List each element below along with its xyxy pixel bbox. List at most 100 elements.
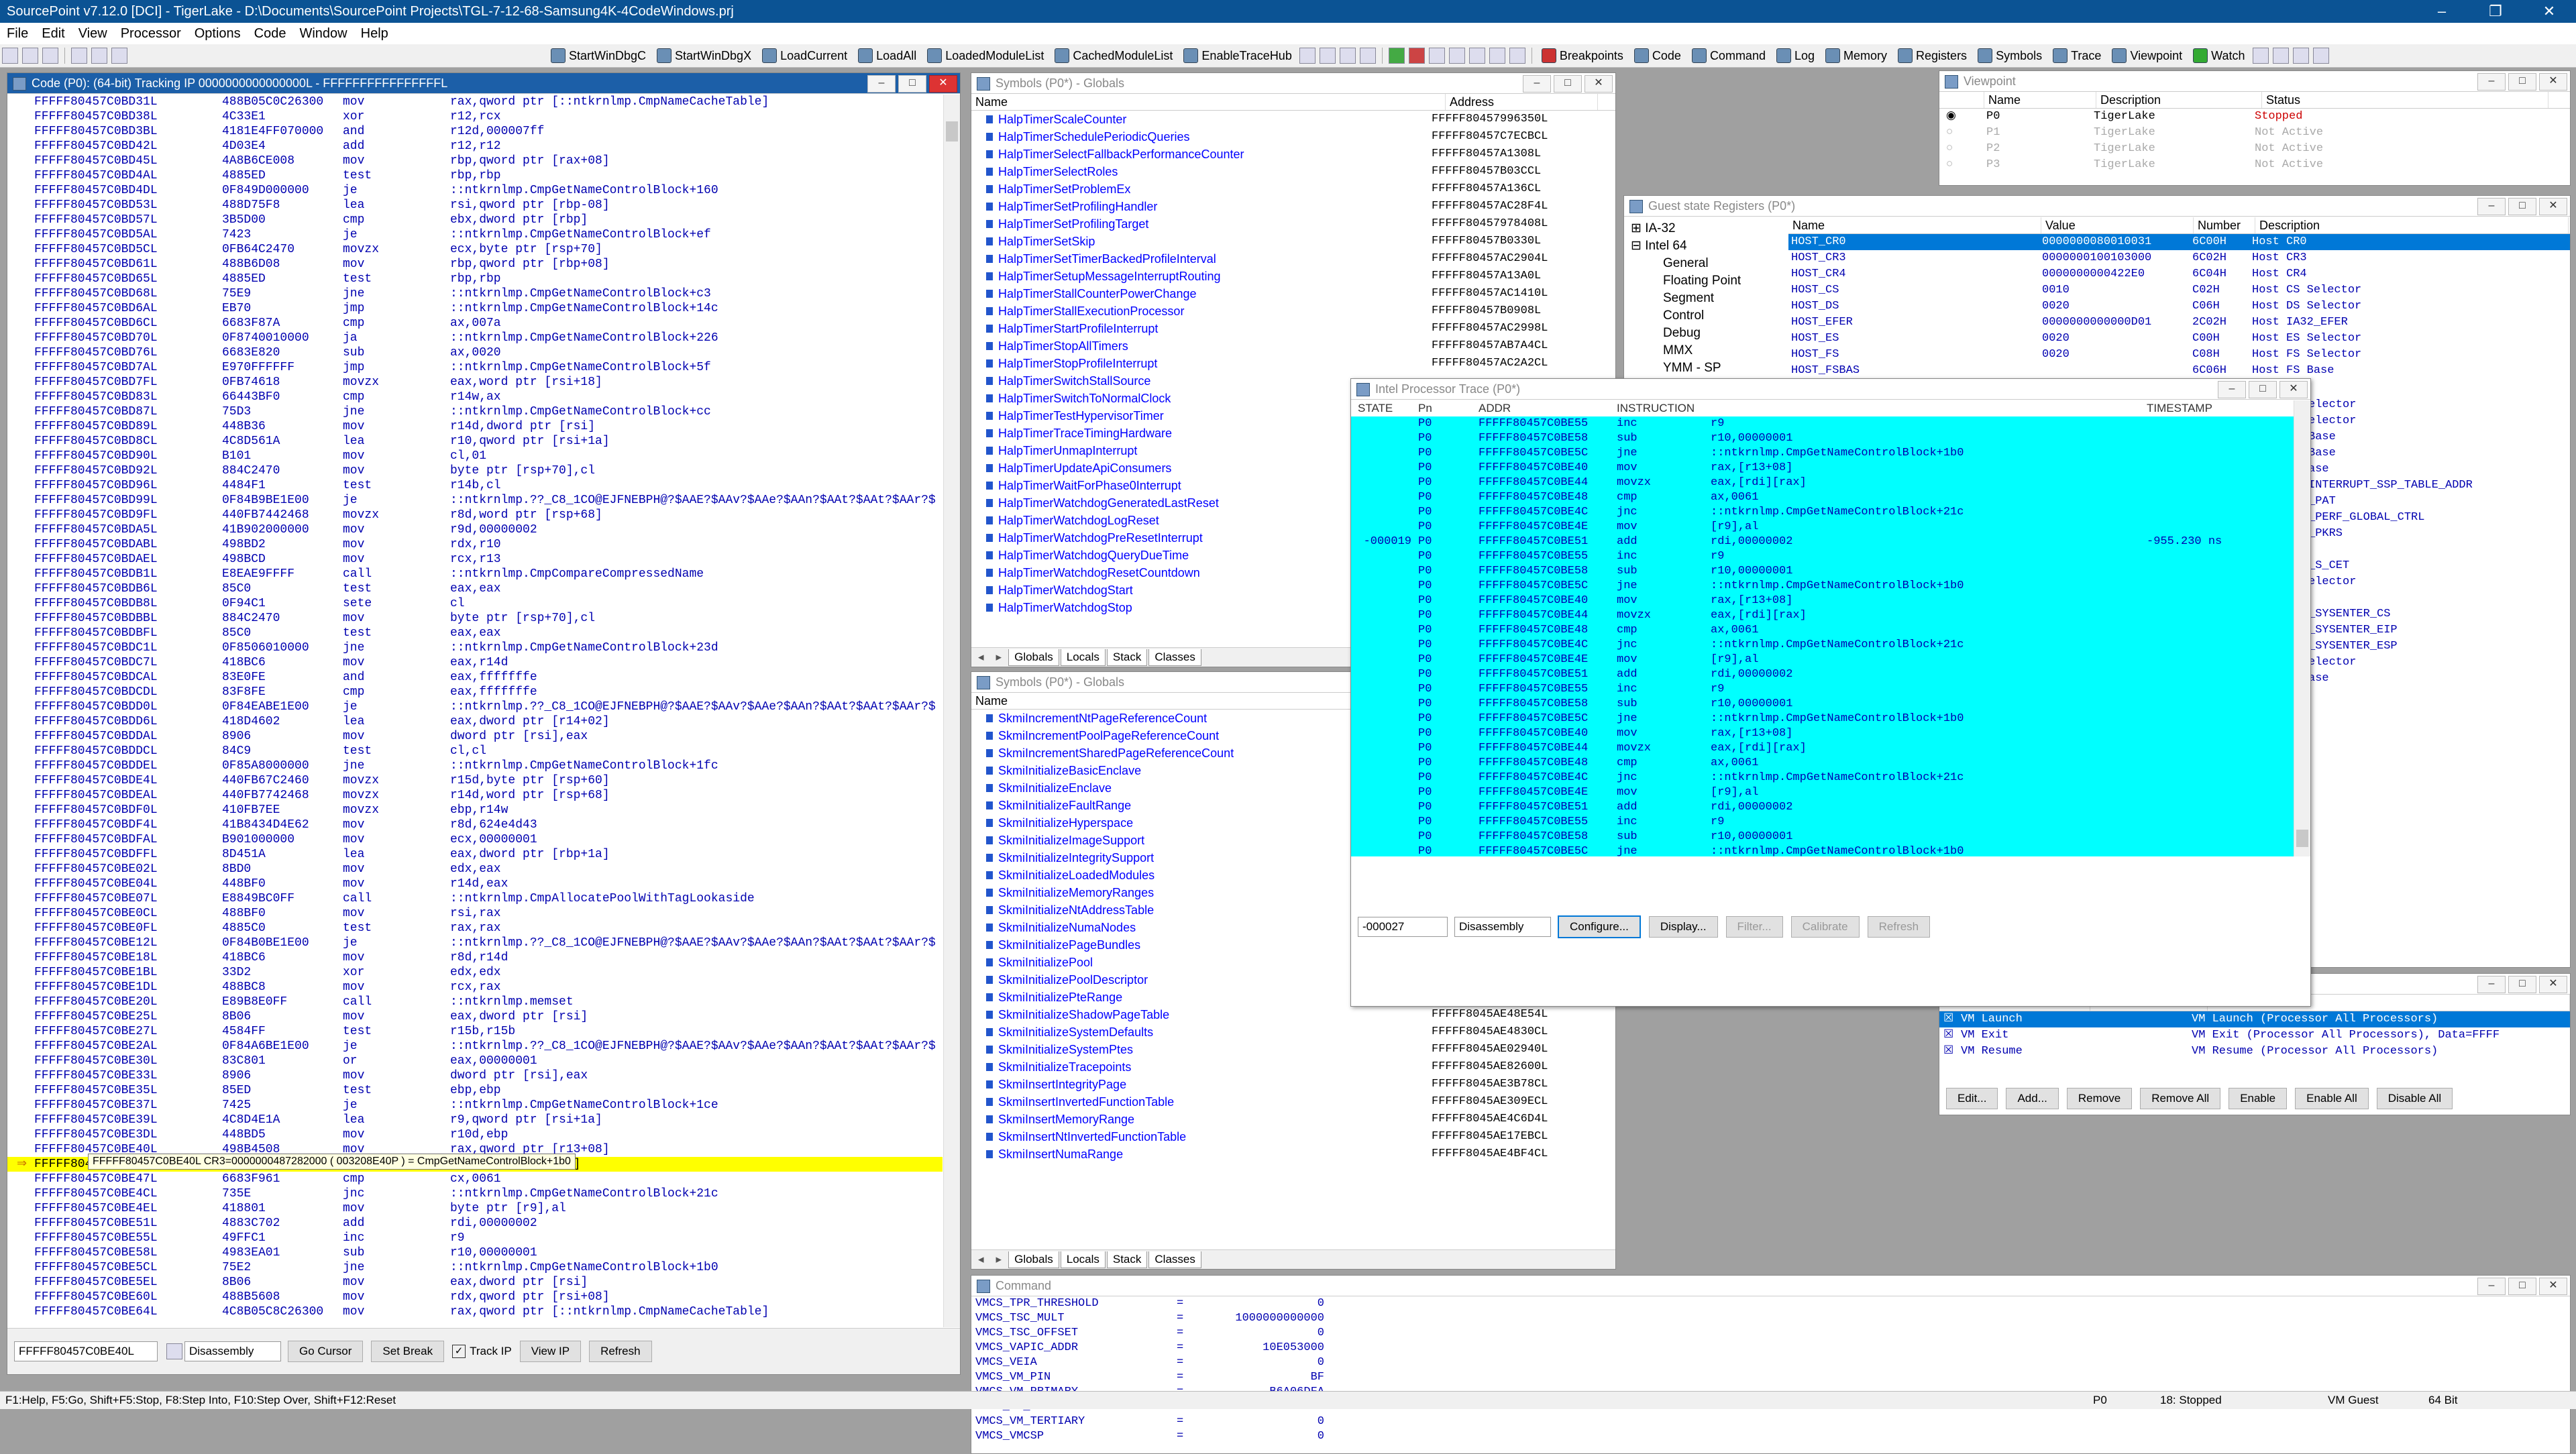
code-row[interactable]: FFFFF80457C0BD7AL E970FFFFFF jmp::ntkrnlmp… bbox=[7, 360, 943, 375]
code-row[interactable]: FFFFF80457C0BD45L 4A8B6CE008 mov rbp,qword … bbox=[7, 154, 943, 168]
code-row[interactable]: FFFFF80457C0BDDAL 8906 mov dword ptr [rsi],… bbox=[7, 729, 943, 744]
pin-icon[interactable] bbox=[166, 1343, 182, 1359]
code-row[interactable]: FFFFF80457C0BD38L 4C33E1 xor r12,rcx bbox=[7, 109, 943, 124]
code-close-button[interactable]: ✕ bbox=[929, 75, 957, 93]
tree-control[interactable]: Control bbox=[1631, 307, 1785, 325]
sym1-minimize-button[interactable]: – bbox=[1523, 75, 1551, 93]
trace-row[interactable]: P0 FFFFF80457C0BE55 inc r9 bbox=[1351, 815, 2294, 830]
tool-icon-4[interactable] bbox=[1359, 48, 1376, 64]
reg-col-value[interactable]: Value bbox=[2041, 217, 2194, 233]
code-row[interactable]: FFFFF80457C0BDC1L 0F8506010000 jne::ntkrnl… bbox=[7, 640, 943, 655]
ev-close-button[interactable]: ✕ bbox=[2539, 976, 2567, 993]
tab-classes[interactable]: Classes bbox=[1148, 649, 1201, 666]
code-row[interactable]: FFFFF80457C0BD5CL 0FB64C2470 movzx ecx,byte… bbox=[7, 242, 943, 257]
code-row[interactable]: FFFFF80457C0BD4DL 0F849D000000 je::ntkrnlm… bbox=[7, 183, 943, 198]
symbol-row[interactable]: HalpTimerStopAllTimers FFFFF80457AB7A4CL bbox=[971, 337, 1615, 355]
symbol-row[interactable]: HalpTimerStopProfileInterrupt FFFFF80457A… bbox=[971, 355, 1615, 372]
run-to-icon[interactable] bbox=[1509, 48, 1525, 64]
viewpoint-list[interactable]: ◉ P0 TigerLake Stopped ○ P1 TigerLake Not Activ… bbox=[1939, 109, 2570, 173]
code-row[interactable]: FFFFF80457C0BDBBL 884C2470 mov byte ptr [rs… bbox=[7, 611, 943, 626]
code-row[interactable]: FFFFF80457C0BE2AL 0F84A6BE1E00 je::ntkrnlm… bbox=[7, 1039, 943, 1054]
viewpoint-row[interactable]: ○ P2 TigerLake Not Active bbox=[1939, 141, 2570, 157]
code-row[interactable]: FFFFF80457C0BE37L 7425 je::ntkrnlmp.CmpGet… bbox=[7, 1098, 943, 1113]
tool-startwindbgc[interactable]: StartWinDbgC bbox=[545, 46, 651, 66]
tool-icon-8[interactable] bbox=[2312, 48, 2329, 64]
code-row[interactable]: FFFFF80457C0BD90L B101 mov cl,01 bbox=[7, 449, 943, 463]
code-row[interactable]: FFFFF80457C0BD68L 75E9 jne::ntkrnlmp.CmpGe… bbox=[7, 286, 943, 301]
tool-registers[interactable]: Registers bbox=[1892, 46, 1972, 66]
disassembly-mode-select[interactable]: Disassembly bbox=[184, 1341, 281, 1361]
code-window-titlebar[interactable]: Code (P0): (64-bit) Tracking IP 00000000… bbox=[7, 73, 960, 94]
refresh-button[interactable]: Refresh bbox=[589, 1341, 652, 1362]
tool-icon-1[interactable] bbox=[1299, 48, 1316, 64]
code-row[interactable]: FFFFF80457C0BD76L 6683E820 sub ax,0020 bbox=[7, 345, 943, 360]
code-row[interactable]: FFFFF80457C0BDBFL 85C0 test eax,eax bbox=[7, 626, 943, 640]
trace-row[interactable]: P0 FFFFF80457C0BE4C jnc::ntkrnlmp.CmpGetNa… bbox=[1351, 638, 2294, 653]
save-project-icon[interactable] bbox=[91, 48, 107, 64]
tab-locals[interactable]: Locals bbox=[1060, 649, 1106, 666]
code-row[interactable]: FFFFF80457C0BE0FL 4885C0 test rax,rax bbox=[7, 921, 943, 936]
tool-icon-2[interactable] bbox=[1319, 48, 1336, 64]
code-row[interactable]: FFFFF80457C0BD8CL 4C8D561A lea r10,qword pt… bbox=[7, 434, 943, 449]
trace-row[interactable]: P0 FFFFF80457C0BE55 inc r9 bbox=[1351, 416, 2294, 431]
trace-row[interactable]: P0 FFFFF80457C0BE58 sub r10,00000001 bbox=[1351, 697, 2294, 712]
trace-row[interactable]: P0 FFFFF80457C0BE48 cmp ax,0061 bbox=[1351, 490, 2294, 505]
step-over-icon[interactable] bbox=[1448, 48, 1465, 64]
symbol-row[interactable]: HalpTimerStartProfileInterrupt FFFFF80457… bbox=[971, 320, 1615, 337]
tab-prev-icon[interactable]: ◂ bbox=[973, 1251, 989, 1268]
tree-ia32[interactable]: ⊞ IA-32 bbox=[1631, 220, 1785, 237]
code-row[interactable]: FFFFF80457C0BE1BL 33D2 xor edx,edx bbox=[7, 965, 943, 980]
trace-row[interactable]: P0 FFFFF80457C0BE5C jne::ntkrnlmp.CmpGetNa… bbox=[1351, 579, 2294, 594]
expand-icon[interactable]: ⊞ bbox=[1631, 221, 1645, 235]
tree-general[interactable]: General bbox=[1631, 255, 1785, 272]
code-row[interactable]: FFFFF80457C0BD42L 4D03E4 add r12,r12 bbox=[7, 139, 943, 154]
step-into-icon[interactable] bbox=[1428, 48, 1445, 64]
reg-minimize-button[interactable]: – bbox=[2477, 198, 2506, 215]
close-button[interactable]: ✕ bbox=[2522, 0, 2576, 23]
minimize-button[interactable]: – bbox=[2415, 0, 2469, 23]
code-row[interactable]: FFFFF80457C0BE04L 448BF0 mov r14d,eax bbox=[7, 877, 943, 891]
ev-minimize-button[interactable]: – bbox=[2477, 976, 2506, 993]
code-row[interactable]: FFFFF80457C0BDFFL 8D451A lea eax,dword ptr … bbox=[7, 847, 943, 862]
register-row[interactable]: HOST_CR3 0000000100103000 6C02H Host CR3 bbox=[1788, 250, 2570, 266]
disassembly-list[interactable]: FFFFF80457C0BD31L 488B05C0C26300 mov rax,qw… bbox=[7, 95, 943, 1327]
symbol-row[interactable]: HalpTimerSelectFallbackPerformanceCounte… bbox=[971, 146, 1615, 163]
code-row[interactable]: FFFFF80457C0BE4CL 735E jnc::ntkrnlmp.CmpGe… bbox=[7, 1186, 943, 1201]
code-row[interactable]: FFFFF80457C0BE5CL 75E2 jne::ntkrnlmp.CmpGe… bbox=[7, 1260, 943, 1275]
registers-titlebar[interactable]: Guest state Registers (P0*) – □ ✕ bbox=[1624, 196, 2570, 217]
event-checkbox[interactable]: ☒ bbox=[1939, 1044, 1961, 1060]
code-row[interactable]: FFFFF80457C0BDD6L 418D4602 lea eax,dword pt… bbox=[7, 714, 943, 729]
code-row[interactable]: FFFFF80457C0BE60L 488B5608 mov rdx,qword pt… bbox=[7, 1290, 943, 1304]
symbol-row[interactable]: SkmiInsertNtInvertedFunctionTable FFFFF80… bbox=[971, 1128, 1615, 1145]
tool-viewpoint[interactable]: Viewpoint bbox=[2106, 46, 2188, 66]
code-row[interactable]: FFFFF80457C0BD6AL EB70 jmp::ntkrnlmp.CmpGe… bbox=[7, 301, 943, 316]
symbol-row[interactable]: SkmiInsertIntegrityPage FFFFF8045AE3B78CL bbox=[971, 1076, 1615, 1093]
tree-floating-point[interactable]: Floating Point bbox=[1631, 272, 1785, 290]
symbol-row[interactable]: HalpTimerStallCounterPowerChange FFFFF804… bbox=[971, 285, 1615, 302]
project-icon[interactable] bbox=[111, 48, 127, 64]
tree-segment[interactable]: Segment bbox=[1631, 290, 1785, 307]
register-row[interactable]: HOST_FS 0020 C08H Host FS Selector bbox=[1788, 347, 2570, 363]
register-group-tree[interactable]: ⊞ IA-32 ⊟ Intel 64 General Floating Poin… bbox=[1631, 220, 1785, 377]
viewpoint-titlebar[interactable]: Viewpoint – □ ✕ bbox=[1939, 71, 2570, 92]
trace-row[interactable]: P0 FFFFF80457C0BE5C jne::ntkrnlmp.CmpGetNa… bbox=[1351, 712, 2294, 726]
trace-position-input[interactable]: -000027 bbox=[1358, 917, 1448, 937]
code-row[interactable]: FFFFF80457C0BE58L 4983EA01 sub r10,00000001 bbox=[7, 1245, 943, 1260]
code-minimize-button[interactable]: – bbox=[867, 75, 896, 93]
code-row[interactable]: FFFFF80457C0BE5EL 8B06 mov eax,dword ptr [r… bbox=[7, 1275, 943, 1290]
tree-debug[interactable]: Debug bbox=[1631, 325, 1785, 342]
tab-next-icon[interactable]: ▸ bbox=[991, 1251, 1008, 1268]
tool-startwindbgx[interactable]: StartWinDbgX bbox=[651, 46, 757, 66]
code-row[interactable]: FFFFF80457C0BE55L 49FFC1 inc r9 bbox=[7, 1231, 943, 1245]
code-row[interactable]: FFFFF80457C0BE30L 83C801 or eax,00000001 bbox=[7, 1054, 943, 1068]
code-row[interactable]: FFFFF80457C0BE47L 6683F961 cmp cx,0061 bbox=[7, 1172, 943, 1186]
event-checkbox[interactable]: ☒ bbox=[1939, 1027, 1961, 1044]
code-row[interactable]: FFFFF80457C0BE25L 8B06 mov eax,dword ptr [r… bbox=[7, 1009, 943, 1024]
trace-row[interactable]: P0 FFFFF80457C0BE44 movzx eax,[rdi][rax] bbox=[1351, 476, 2294, 490]
new-file-icon[interactable] bbox=[2, 48, 18, 64]
viewpoint-row[interactable]: ○ P1 TigerLake Not Active bbox=[1939, 125, 2570, 141]
symbol-row[interactable]: HalpTimerSetProfilingTarget FFFFF80457978… bbox=[971, 215, 1615, 233]
symbols-1-titlebar[interactable]: Symbols (P0*) - Globals – □ ✕ bbox=[971, 73, 1615, 94]
code-row[interactable]: FFFFF80457C0BDB6L 85C0 test eax,eax bbox=[7, 581, 943, 596]
radio-icon[interactable]: ◉ bbox=[1939, 109, 1986, 125]
